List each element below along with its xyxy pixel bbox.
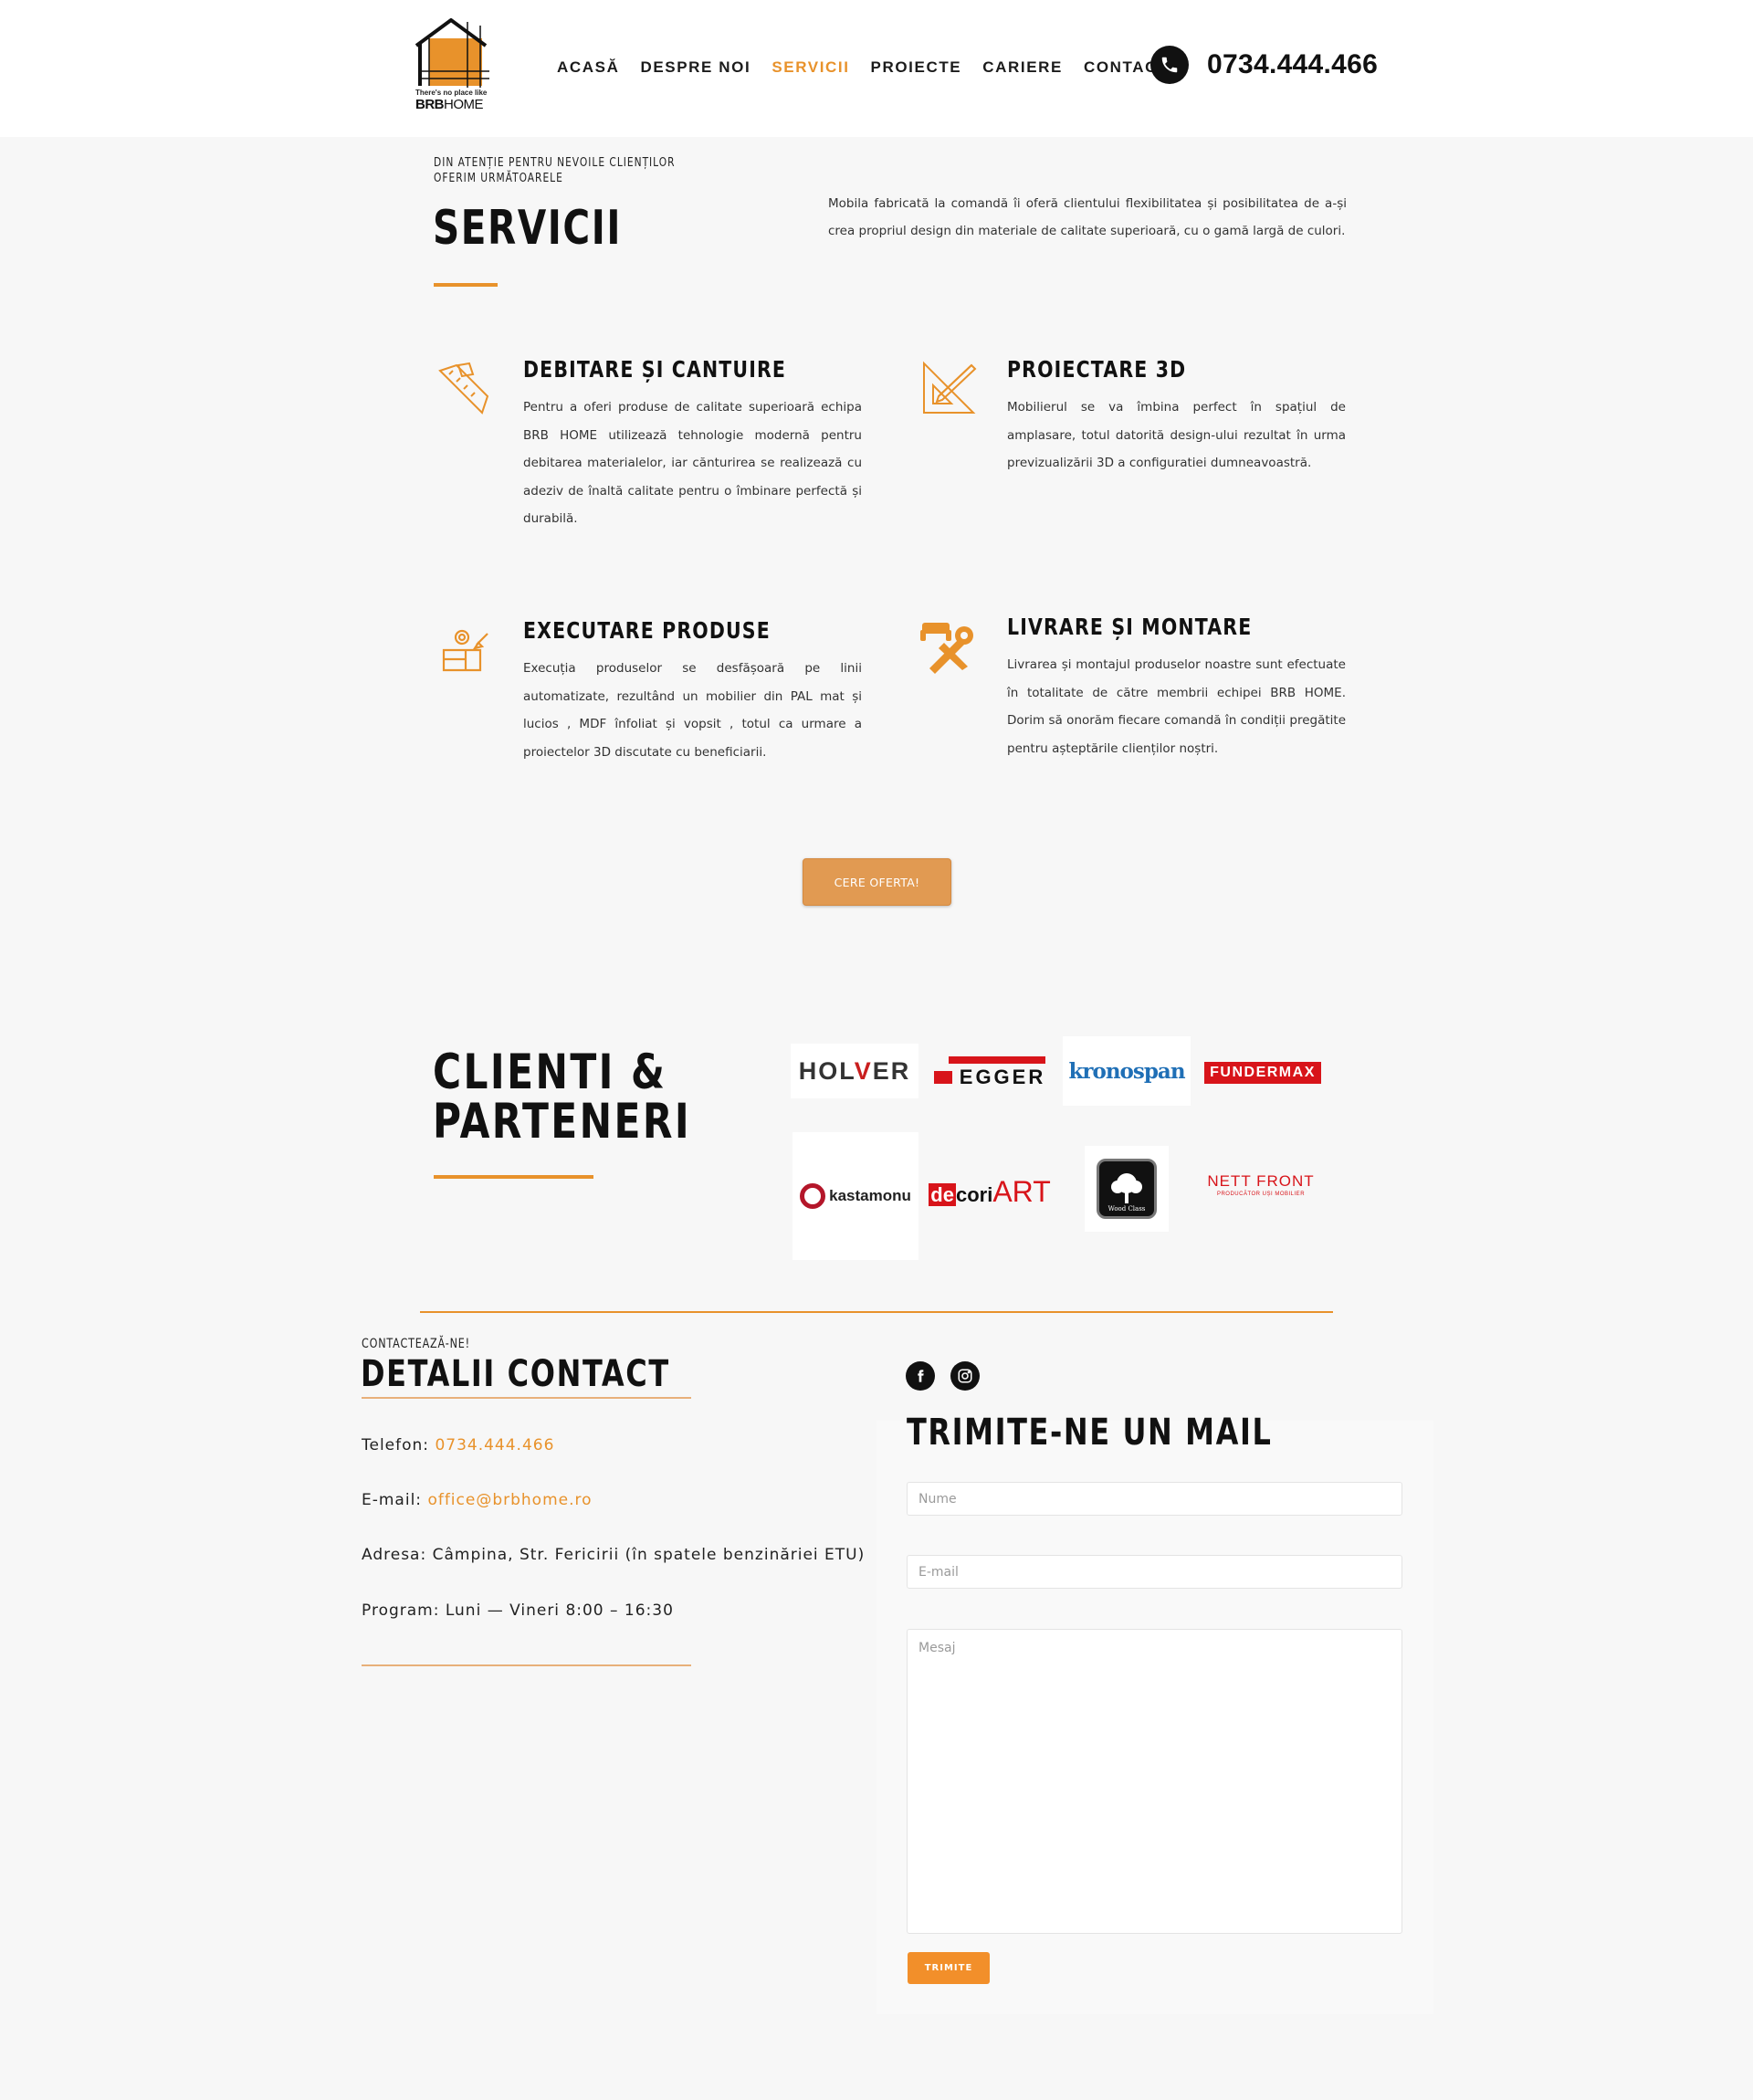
service-text-debitare: Pentru a oferi produse de calitate super…	[523, 400, 862, 526]
furniture-gear-icon	[438, 625, 495, 681]
kastamonu-mark: kastamonu	[800, 1183, 911, 1209]
header-phone[interactable]: 0734.444.466	[1150, 46, 1378, 84]
contact-email: E-mail: office@brbhome.ro	[362, 1491, 593, 1509]
site-header: There's no place like BRBHOME ACASĂ DESP…	[0, 0, 1753, 137]
phone-icon	[1150, 46, 1189, 84]
main-nav: ACASĂ DESPRE NOI SERVICII PROIECTE CARIE…	[557, 58, 1190, 77]
kastamonu-wordmark: kastamonu	[829, 1187, 911, 1204]
partner-logo-egger: EGGER	[926, 1055, 1054, 1091]
submit-button[interactable]: TRIMITE	[908, 1952, 990, 1984]
services-title-underline	[434, 283, 498, 287]
request-offer-button[interactable]: CERE OFERTA!	[803, 858, 951, 906]
contact-email-label: E-mail:	[362, 1491, 428, 1509]
service-title-proiectare: PROIECTARE 3D	[1007, 356, 1187, 383]
partner-logo-kronospan: kronospan	[1063, 1036, 1191, 1106]
logo-brand-bold: BRB	[415, 97, 445, 112]
wood-class-text: Wood Class	[1107, 1205, 1146, 1213]
partner-logo-nett-front: NETT FRONT PRODUCĂTOR UȘI MOBILIER	[1192, 1165, 1329, 1211]
partner-logo-decoriart: decoriART	[924, 1173, 1055, 1210]
service-title-executare: EXECUTARE PRODUSE	[523, 617, 771, 644]
tree-icon	[1111, 1173, 1142, 1203]
name-field[interactable]	[907, 1482, 1402, 1516]
contact-bottom-line	[362, 1664, 691, 1666]
form-title: TRIMITE-NE UN MAIL	[907, 1412, 1273, 1454]
partners-title: CLIENTI & PARTENERI	[433, 1048, 691, 1147]
contact-phone: Telefon: 0734.444.466	[362, 1436, 554, 1454]
brb-home-logo[interactable]: There's no place like BRBHOME	[413, 17, 495, 115]
services-intro-text: Mobila fabricată la comandă îi oferă cli…	[828, 196, 1347, 238]
holver-wordmark: HOLVER	[799, 1057, 911, 1086]
holver-text-c: ER	[872, 1056, 911, 1085]
contact-kicker: CONTACTEAZĂ-NE!	[362, 1337, 470, 1351]
email-field[interactable]	[907, 1555, 1402, 1589]
nett-front-subtitle: PRODUCĂTOR UȘI MOBILIER	[1216, 1192, 1306, 1197]
fundermax-wordmark: FUNDERMAX	[1204, 1062, 1321, 1084]
egger-red-bar	[949, 1056, 1046, 1064]
wrench-sofa-icon	[918, 617, 975, 674]
set-square-icon	[920, 360, 977, 416]
instagram-icon[interactable]	[950, 1361, 980, 1391]
nav-despre-noi[interactable]: DESPRE NOI	[640, 58, 751, 77]
decoriart-text-art: ART	[992, 1174, 1051, 1208]
partners-title-line2: PARTENERI	[433, 1094, 692, 1150]
contact-title-underline	[362, 1397, 691, 1399]
logo-tagline: There's no place like	[415, 89, 488, 97]
partner-logo-wood-class: Wood Class	[1085, 1146, 1169, 1232]
facebook-icon[interactable]	[906, 1361, 935, 1391]
kronospan-wordmark: kronospan	[1068, 1058, 1185, 1084]
section-divider	[420, 1311, 1333, 1313]
decoriart-text-de: de	[929, 1182, 956, 1206]
nav-proiecte[interactable]: PROIECTE	[871, 58, 962, 77]
wood-class-badge: Wood Class	[1097, 1159, 1157, 1219]
partner-logo-fundermax: FUNDERMAX	[1198, 1059, 1328, 1087]
decoriart-text-cori: cori	[955, 1182, 993, 1206]
egger-red-block	[933, 1071, 952, 1084]
partners-title-underline	[434, 1175, 593, 1179]
partner-logo-kastamonu: kastamonu	[793, 1132, 918, 1260]
decoriart-wordmark: decoriART	[929, 1174, 1051, 1209]
services-kicker: DIN ATENȚIE PENTRU NEVOILE CLIENȚILOR OF…	[434, 156, 676, 185]
header-phone-number: 0734.444.466	[1207, 49, 1379, 79]
contact-title: DETALII CONTACT	[361, 1353, 670, 1395]
service-text-proiectare: Mobilierul se va îmbina perfect în spați…	[1007, 400, 1346, 470]
contact-phone-label: Telefon:	[362, 1436, 436, 1454]
contact-phone-link[interactable]: 0734.444.466	[435, 1436, 554, 1454]
contact-email-link[interactable]: office@brbhome.ro	[427, 1491, 592, 1509]
holver-text-a: HOL	[798, 1056, 855, 1085]
nav-acasa[interactable]: ACASĂ	[557, 58, 619, 77]
kastamonu-circle-icon	[800, 1183, 826, 1209]
nav-cariere[interactable]: CARIERE	[982, 58, 1063, 77]
logo-brand: BRBHOME	[415, 97, 484, 112]
ruler-pencil-icon	[436, 362, 493, 418]
house-logo-icon	[415, 17, 489, 88]
egger-wordmark: EGGER	[959, 1066, 1046, 1088]
contact-program: Program: Luni — Vineri 8:00 – 16:30	[362, 1601, 674, 1620]
service-title-debitare: DEBITARE ȘI CANTUIRE	[523, 356, 787, 383]
services-title: SERVICII	[433, 201, 623, 256]
logo-brand-light: HOME	[444, 97, 484, 112]
nav-servicii[interactable]: SERVICII	[772, 58, 849, 77]
message-field[interactable]	[907, 1629, 1402, 1934]
nett-front-wordmark: NETT FRONT PRODUCĂTOR UȘI MOBILIER	[1207, 1173, 1314, 1201]
service-text-executare: Execuția produselor se desfășoară pe lin…	[523, 661, 862, 760]
contact-address: Adresa: Câmpina, Str. Fericirii (în spat…	[362, 1546, 866, 1564]
partners-title-line1: CLIENTI &	[433, 1045, 667, 1100]
egger-mark: EGGER	[933, 1056, 1046, 1089]
holver-text-b: V	[854, 1056, 873, 1085]
service-title-livrare: LIVRARE ȘI MONTARE	[1007, 614, 1253, 640]
service-text-livrare: Livrarea și montajul produselor noastre …	[1007, 657, 1346, 756]
partner-logo-holver: HOLVER	[791, 1044, 918, 1098]
